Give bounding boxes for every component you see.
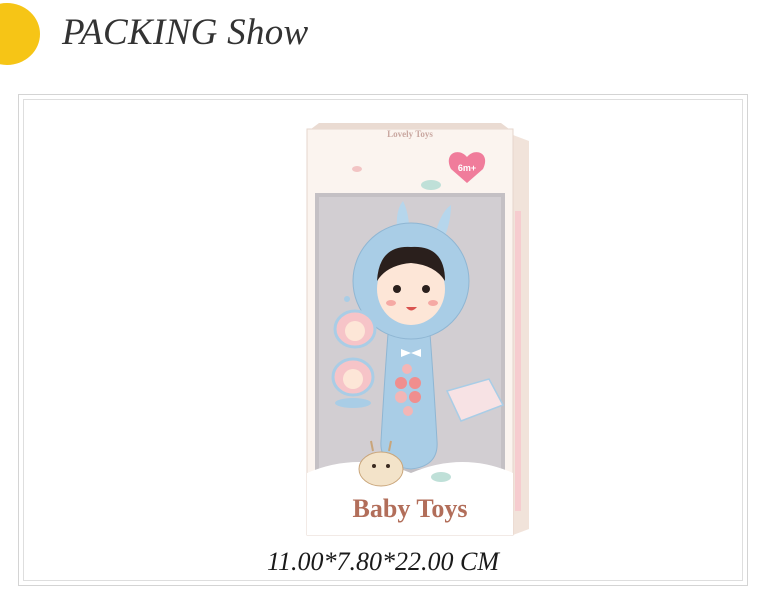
box-top-text: Lovely Toys [387, 129, 433, 139]
toy-cheek [428, 300, 438, 306]
toy-button [403, 406, 413, 416]
arrow-badge [0, 3, 40, 65]
product-dimensions-caption: 11.00*7.80*22.00 CM [266, 547, 500, 576]
sticker-dot [358, 298, 364, 304]
age-badge-text: 6m+ [458, 163, 476, 173]
section-title: PACKING Show [62, 12, 309, 53]
cloud-decoration [352, 166, 362, 172]
box-side-stripe [515, 211, 521, 511]
product-packaging-image: Lovely Toys 6m+ Baby Toys [306, 123, 529, 536]
sticker-base [335, 398, 371, 408]
brand-text: Baby Toys [353, 494, 468, 523]
arrow-right-icon [0, 26, 2, 46]
face-sticker-face [343, 369, 363, 389]
giraffe-head [358, 451, 404, 487]
toy-cheek [386, 300, 396, 306]
sticker-dot [344, 296, 350, 302]
product-image-frame: Lovely Toys 6m+ Baby Toys 11.00*7.80*22.… [18, 94, 748, 586]
giraffe-eye [372, 464, 376, 468]
toy-button [402, 364, 412, 374]
giraffe-eye [386, 464, 390, 468]
toy-eye [393, 285, 401, 293]
cloud-decoration [431, 472, 451, 482]
toy-button [409, 391, 421, 403]
toy-button [395, 391, 407, 403]
toy-button [409, 377, 421, 389]
face-sticker-face [345, 321, 365, 341]
section-header: PACKING Show [0, 0, 770, 70]
toy-eye [422, 285, 430, 293]
toy-button [395, 377, 407, 389]
cloud-decoration [421, 180, 441, 190]
